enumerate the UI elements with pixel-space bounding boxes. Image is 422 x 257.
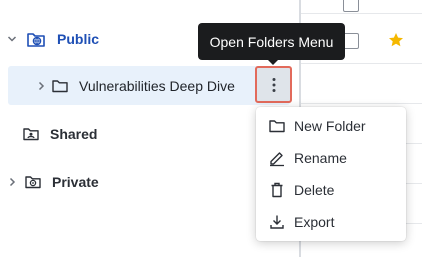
menu-item-rename[interactable]: Rename [256, 142, 406, 174]
tree-item-label: Public [57, 31, 100, 47]
row-divider [301, 13, 422, 14]
menu-item-label: Rename [294, 150, 347, 166]
folders-menu: New Folder Rename Delete Export [256, 107, 406, 241]
row-divider [301, 103, 422, 104]
tree-item-label: Shared [50, 126, 98, 142]
download-icon [268, 213, 286, 231]
favorite-star-icon[interactable] [388, 32, 404, 48]
folder-icon [268, 117, 286, 135]
menu-item-delete[interactable]: Delete [256, 174, 406, 206]
trash-icon [268, 181, 286, 199]
menu-item-export[interactable]: Export [256, 206, 406, 238]
tree-item-public[interactable]: Public [6, 28, 99, 50]
open-folders-menu-button[interactable] [255, 66, 292, 103]
tree-item-vulnerabilities-deep-dive[interactable]: Vulnerabilities Deep Dive [35, 75, 235, 97]
row-checkbox[interactable] [343, 33, 359, 49]
shared-folder-icon [22, 125, 40, 143]
pencil-icon [268, 149, 286, 167]
tree-item-label: Private [52, 174, 99, 190]
menu-item-label: Delete [294, 182, 335, 198]
tree-item-label: Vulnerabilities Deep Dive [79, 78, 235, 94]
public-folder-icon [26, 29, 46, 49]
chevron-right-icon[interactable] [35, 80, 47, 92]
menu-item-new-folder[interactable]: New Folder [256, 110, 406, 142]
tooltip-arrow [266, 58, 280, 65]
tree-item-private[interactable]: Private [6, 171, 99, 193]
chevron-down-icon[interactable] [6, 33, 18, 45]
menu-item-label: Export [294, 214, 335, 230]
tree-item-shared[interactable]: Shared [22, 123, 97, 145]
row-divider [301, 63, 422, 64]
private-folder-icon [24, 173, 42, 191]
folder-icon [51, 77, 69, 95]
tooltip: Open Folders Menu [198, 23, 345, 60]
chevron-right-icon[interactable] [6, 176, 18, 188]
row-checkbox[interactable] [343, 0, 359, 12]
kebab-menu-icon [272, 77, 275, 92]
menu-item-label: New Folder [294, 118, 366, 134]
